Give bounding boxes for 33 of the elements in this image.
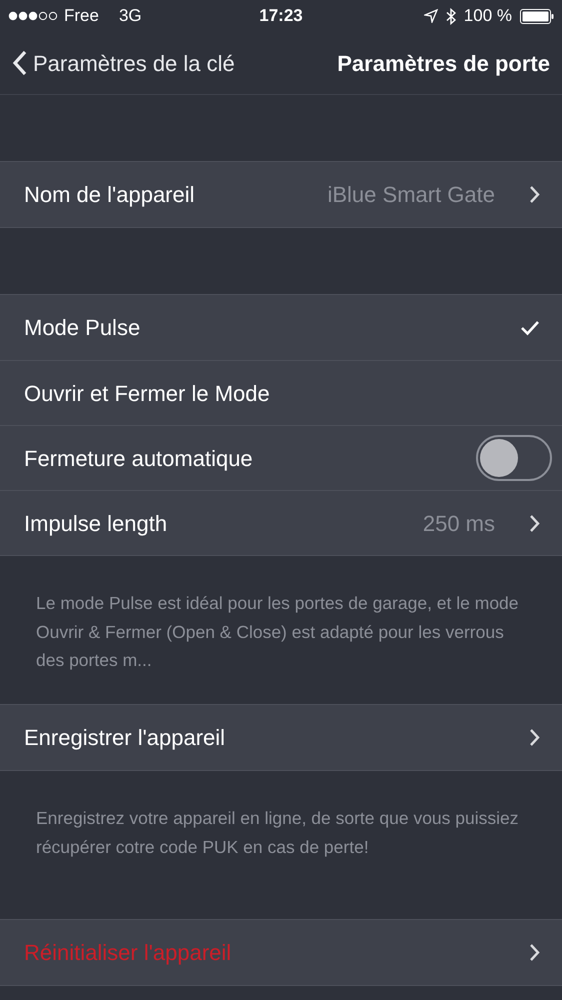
- chevron-icon: [529, 185, 540, 204]
- row-label: Fermeture automatique: [24, 444, 253, 473]
- toggle-switch[interactable]: [476, 435, 552, 481]
- chevron-icon: [529, 514, 540, 532]
- row-label: Réinitialiser l'appareil: [24, 939, 232, 967]
- settings-row[interactable]: Enregistrer l'appareil: [0, 705, 562, 770]
- settings-row[interactable]: Impulse length 250 ms: [0, 490, 562, 555]
- back-icon: [12, 50, 27, 76]
- signal-icon: [8, 11, 58, 21]
- row-value: 250 ms: [422, 510, 495, 538]
- carrier-name: Free: [64, 5, 99, 28]
- row-value: iBlue Smart Gate: [327, 181, 495, 209]
- location-icon: [424, 9, 438, 23]
- screen-title: Paramètres de porte: [337, 50, 550, 78]
- status-time: 17:23: [258, 5, 304, 28]
- section-footer: Enregistrez votre appareil en ligne, de sorte que vous puissiez récupérer cotre code PUK en cas de perte!: [36, 804, 526, 861]
- back-button[interactable]: Paramètres de la clé: [12, 46, 235, 80]
- section-footer: Le mode Pulse est idéal pour les portes de garage, et le mode Ouvrir & Fermer (Open & Close) est adapté pour les verrous des portes m...: [36, 589, 526, 674]
- battery-icon: [520, 8, 554, 24]
- network-type: 3G: [118, 5, 142, 28]
- row-label: Nom de l'appareil: [24, 181, 195, 209]
- row-label: Enregistrer l'appareil: [24, 724, 226, 752]
- chevron-icon: [529, 728, 540, 747]
- settings-row[interactable]: Mode Pulse: [0, 295, 562, 360]
- battery-percentage: 100 %: [464, 5, 512, 28]
- row-label: Mode Pulse: [24, 314, 140, 342]
- settings-row[interactable]: Fermeture automatique: [0, 425, 562, 490]
- row-label: Ouvrir et Fermer le Mode: [24, 380, 270, 408]
- settings-row[interactable]: Ouvrir et Fermer le Mode: [0, 360, 562, 425]
- settings-row[interactable]: Nom de l'appareil iBlue Smart Gate: [0, 162, 562, 227]
- chevron-icon: [529, 943, 540, 962]
- row-label: Impulse length: [24, 510, 168, 538]
- bluetooth-icon: [446, 8, 456, 24]
